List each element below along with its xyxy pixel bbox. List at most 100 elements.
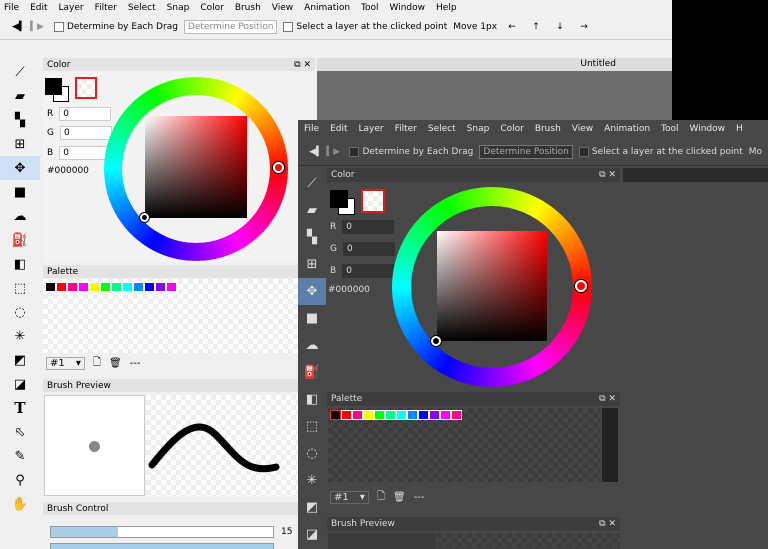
palette-swatch[interactable] (352, 410, 363, 420)
move-left-button[interactable]: ← (503, 22, 521, 32)
transparent-color-swatch[interactable] (361, 189, 385, 213)
palette-swatch[interactable] (418, 410, 429, 420)
new-page-icon[interactable]: 🗋 (93, 355, 101, 372)
palette-swatch[interactable] (100, 282, 111, 292)
fill-icon[interactable]: ⛽ (298, 359, 326, 386)
select-layer-option[interactable]: Select a layer at the clicked point (578, 146, 743, 157)
select-layer-checkbox[interactable] (283, 22, 294, 32)
palette-swatch[interactable] (429, 410, 440, 420)
dots-icon[interactable]: ▚ (0, 108, 40, 132)
lasso-icon[interactable]: ◌ (298, 440, 326, 467)
float-icon[interactable]: ⧉ (599, 170, 605, 180)
brush-icon[interactable]: ⟋ (0, 60, 40, 84)
saturation-value-square[interactable] (437, 231, 547, 341)
close-icon[interactable]: ✕ (608, 519, 616, 529)
menu-window[interactable]: Window (390, 3, 426, 13)
determine-drag-option[interactable]: Determine by Each Drag (54, 22, 178, 32)
grid-icon[interactable]: ⊞ (298, 251, 326, 278)
dots-icon[interactable]: ▚ (298, 224, 326, 251)
menu-color[interactable]: Color (200, 3, 224, 13)
foreground-color-swatch[interactable] (45, 78, 62, 95)
menu-select[interactable]: Select (428, 124, 456, 134)
canvas-area[interactable] (623, 182, 768, 549)
palette-swatch[interactable] (385, 410, 396, 420)
magic-wand-icon[interactable]: ✳ (298, 467, 326, 494)
arrow-icon[interactable]: ⬁ (0, 420, 40, 444)
menu-filter[interactable]: Filter (395, 124, 417, 134)
gradient-icon[interactable]: ◧ (0, 252, 40, 276)
select-layer-checkbox[interactable] (578, 146, 589, 157)
menu-select[interactable]: Select (128, 3, 156, 13)
next-button[interactable]: ▍▶ (325, 147, 342, 157)
menu-view[interactable]: View (572, 124, 593, 134)
cloud-icon[interactable]: ☁ (298, 332, 326, 359)
select-rect-icon[interactable]: ⬚ (298, 413, 326, 440)
palette-swatch[interactable] (78, 282, 89, 292)
hue-handle[interactable] (273, 162, 284, 173)
menu-tool[interactable]: Tool (661, 124, 678, 134)
move-icon[interactable]: ✥ (0, 156, 40, 180)
palette-swatch[interactable] (144, 282, 155, 292)
palette-swatch[interactable] (451, 410, 462, 420)
pen-icon[interactable]: ✎ (0, 444, 40, 468)
brush-size-slider[interactable] (50, 526, 274, 538)
hand-icon[interactable]: ✋ (0, 492, 40, 516)
move-right-button[interactable]: → (575, 22, 593, 32)
move-down-button[interactable]: ↓ (551, 22, 569, 32)
menu-help[interactable]: Help (436, 3, 457, 13)
eraser-icon[interactable]: ▰ (0, 84, 40, 108)
palette-swatch[interactable] (407, 410, 418, 420)
move-up-button[interactable]: ↑ (527, 22, 545, 32)
menu-animation[interactable]: Animation (604, 124, 650, 134)
menu-help[interactable]: H (736, 124, 743, 134)
select-rect-icon[interactable]: ⬚ (0, 276, 40, 300)
palette-swatch[interactable] (374, 410, 385, 420)
cloud-icon[interactable]: ☁ (0, 204, 40, 228)
menu-filter[interactable]: Filter (95, 3, 117, 13)
menu-animation[interactable]: Animation (304, 3, 350, 13)
select-layer-option[interactable]: Select a layer at the clicked point (283, 22, 447, 32)
palette-swatch[interactable] (89, 282, 100, 292)
menu-file[interactable]: File (4, 3, 19, 13)
palette-selector[interactable]: #1 ▾ (330, 491, 369, 504)
palette-swatch[interactable] (330, 410, 341, 420)
palette-swatch[interactable] (45, 282, 56, 292)
palette-swatch[interactable] (166, 282, 177, 292)
palette-scrollbar[interactable] (602, 408, 618, 482)
menu-snap[interactable]: Snap (467, 124, 490, 134)
close-icon[interactable]: ✕ (608, 394, 616, 404)
canvas-tab[interactable]: Untitled (317, 58, 672, 71)
move-icon[interactable]: ✥ (298, 278, 326, 305)
trash-icon[interactable]: 🗑 (109, 358, 122, 369)
text-icon[interactable]: T (0, 396, 40, 420)
rect-icon[interactable]: ■ (298, 305, 326, 332)
palette-swatch[interactable] (363, 410, 374, 420)
determine-position-button[interactable]: Determine Position (183, 20, 278, 34)
select-eraser-icon[interactable]: ◪ (298, 521, 326, 548)
palette-swatch[interactable] (396, 410, 407, 420)
brush-icon[interactable]: ⟋ (298, 170, 326, 197)
palette-swatch[interactable] (122, 282, 133, 292)
menu-edit[interactable]: Edit (30, 3, 47, 13)
close-icon[interactable]: ✕ (303, 60, 311, 70)
grid-icon[interactable]: ⊞ (0, 132, 40, 156)
menu-layer[interactable]: Layer (59, 3, 84, 13)
transparent-color-swatch[interactable] (75, 77, 97, 99)
next-button[interactable]: ▍▶ (28, 22, 46, 32)
palette-swatch[interactable] (341, 410, 352, 420)
eyedropper-icon[interactable]: ⚲ (0, 468, 40, 492)
menu-tool[interactable]: Tool (361, 3, 378, 13)
fill-icon[interactable]: ⛽ (0, 228, 40, 252)
palette-swatch[interactable] (133, 282, 144, 292)
magic-wand-icon[interactable]: ✳ (0, 324, 40, 348)
r-input[interactable]: 0 (59, 107, 112, 121)
menu-layer[interactable]: Layer (359, 124, 384, 134)
menu-file[interactable]: File (304, 124, 319, 134)
lasso-icon[interactable]: ◌ (0, 300, 40, 324)
determine-drag-checkbox[interactable] (54, 22, 64, 32)
menu-view[interactable]: View (272, 3, 293, 13)
determine-position-button[interactable]: Determine Position (479, 144, 573, 159)
b-input[interactable]: 0 (59, 146, 112, 160)
palette-selector[interactable]: #1 ▾ (46, 357, 85, 370)
float-icon[interactable]: ⧉ (599, 519, 605, 529)
